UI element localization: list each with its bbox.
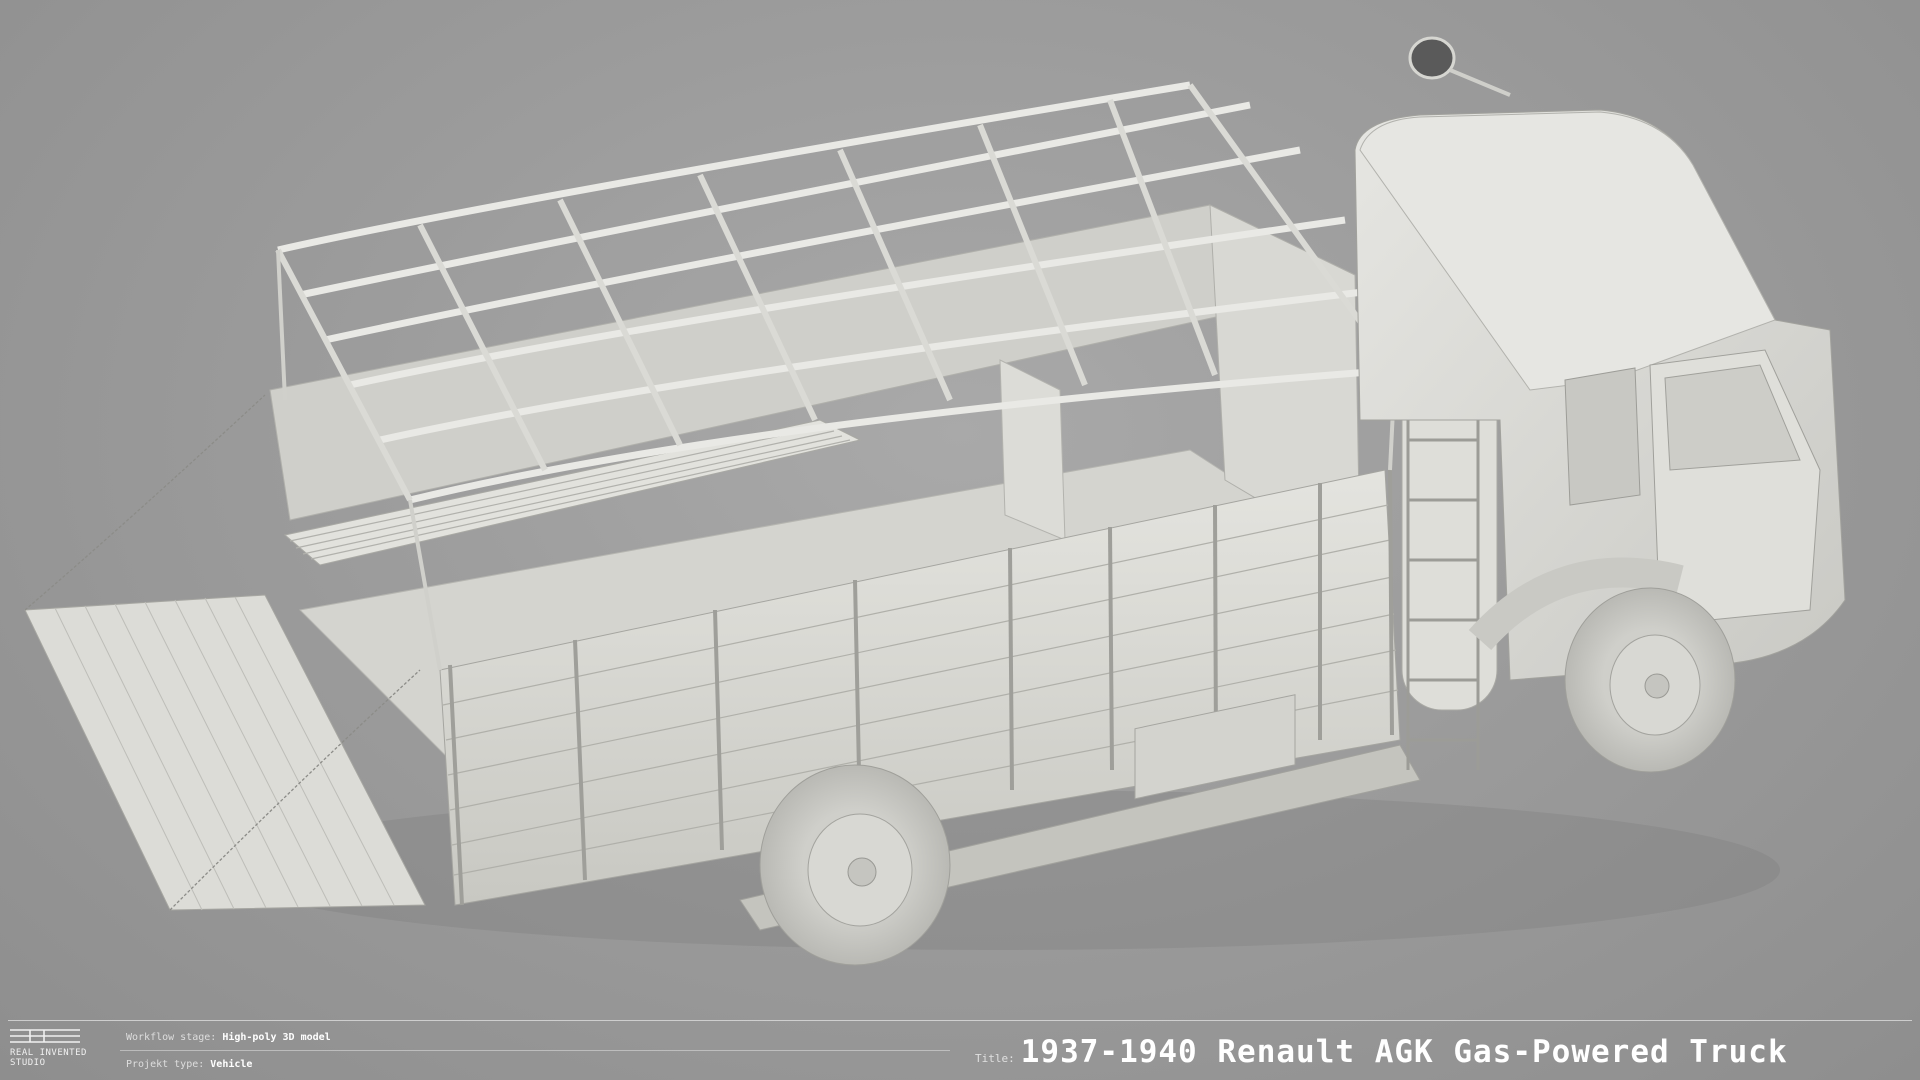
footer-bar: REAL INVENTED STUDIO Workflow stage: High…	[0, 1020, 1920, 1080]
footer-divider	[8, 1020, 1912, 1021]
project-value: Vehicle	[210, 1059, 253, 1070]
cargo-divider	[999, 359, 1066, 541]
rear-wheel	[759, 764, 951, 966]
cab-window	[1564, 367, 1641, 506]
title-block: Title: 1937-1940 Renault AGK Gas-Powered …	[975, 1034, 1788, 1070]
workflow-label: Workflow stage:	[126, 1032, 217, 1043]
logo-line2: STUDIO	[10, 1058, 46, 1068]
studio-logo: REAL INVENTED STUDIO	[10, 1028, 100, 1068]
logo-line1: REAL INVENTED	[10, 1048, 87, 1058]
side-mirror	[1408, 36, 1456, 80]
logo-mark-icon	[10, 1029, 80, 1043]
workflow-value: High-poly 3D model	[222, 1032, 331, 1043]
footer-meta-divider	[120, 1050, 950, 1051]
project-label: Projekt type:	[126, 1059, 205, 1070]
title-label: Title:	[975, 1052, 1015, 1065]
workflow-stage: Workflow stage: High-poly 3D model	[126, 1032, 331, 1043]
mirror-arm	[1449, 68, 1511, 97]
truck-render	[24, 36, 1846, 966]
project-type: Projekt type: Vehicle	[126, 1059, 252, 1070]
page-title: 1937-1940 Renault AGK Gas-Powered Truck	[1020, 1034, 1788, 1070]
